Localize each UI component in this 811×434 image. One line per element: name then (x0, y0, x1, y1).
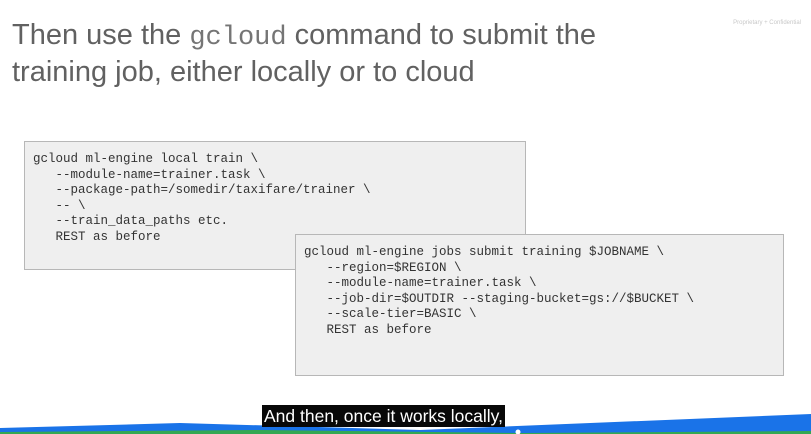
code-line: --train_data_paths etc. (33, 214, 229, 228)
code-line: --scale-tier=BASIC \ (304, 307, 477, 321)
code-line: gcloud ml-engine local train \ (33, 152, 259, 166)
code-line: --module-name=trainer.task \ (304, 276, 537, 290)
confidential-label: Proprietary + Confidential (733, 20, 801, 26)
video-caption: And then, once it works locally, (262, 405, 505, 427)
slide-title: Then use the gcloud command to submit th… (12, 18, 652, 89)
code-line: --job-dir=$OUTDIR --staging-bucket=gs://… (304, 291, 695, 306)
code-line: --package-path=/somedir/taxifare/trainer… (33, 183, 371, 197)
title-code-gcloud: gcloud (189, 23, 287, 53)
code-line: --module-name=trainer.task \ (33, 167, 266, 182)
cloud-submit-code-block: gcloud ml-engine jobs submit training $J… (295, 234, 784, 376)
title-text-before: Then use the (12, 19, 190, 51)
code-line: REST as before (304, 322, 432, 337)
code-line: -- \ (33, 198, 86, 213)
code-line: --region=$REGION \ (304, 260, 462, 275)
code-line: gcloud ml-engine jobs submit training $J… (304, 245, 665, 259)
